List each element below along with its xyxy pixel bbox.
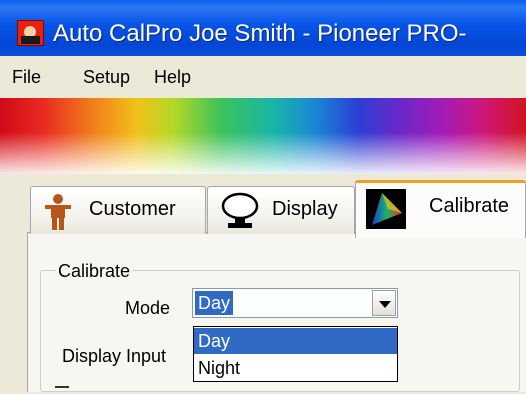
- menu-bar: File Setup Help: [0, 56, 526, 98]
- tab-customer-label: Customer: [89, 198, 176, 220]
- mode-dropdown-list: Day Night: [193, 326, 398, 382]
- mode-select[interactable]: Day: [192, 288, 398, 318]
- mode-option-day[interactable]: Day: [194, 328, 397, 354]
- partial-glyph: [55, 386, 69, 394]
- mode-option-night[interactable]: Night: [194, 355, 397, 381]
- person-icon: [45, 194, 71, 230]
- menu-setup[interactable]: Setup: [83, 67, 130, 88]
- mode-label: Mode: [125, 298, 171, 318]
- calibrate-group-title: Calibrate: [56, 261, 133, 282]
- window-title: Auto CalPro Joe Smith - Pioneer PRO-: [53, 20, 467, 47]
- tab-calibrate-label: Calibrate: [429, 195, 510, 217]
- tab-display-label: Display: [272, 198, 338, 220]
- mode-select-value: Day: [195, 291, 234, 315]
- chevron-down-icon: [379, 301, 391, 308]
- spectrum-banner: [0, 98, 526, 174]
- tab-calibrate[interactable]: Calibrate: [355, 180, 526, 238]
- dropdown-button[interactable]: [372, 290, 396, 316]
- color-gamut-icon: [366, 189, 406, 229]
- tab-customer[interactable]: Customer: [30, 186, 206, 234]
- menu-file[interactable]: File: [12, 67, 41, 88]
- display-icon: [221, 192, 259, 228]
- tab-display[interactable]: Display: [207, 186, 355, 234]
- app-icon[interactable]: [17, 20, 44, 46]
- display-input-label: Display Input: [62, 346, 167, 366]
- title-bar[interactable]: Auto CalPro Joe Smith - Pioneer PRO-: [0, 0, 526, 56]
- menu-help[interactable]: Help: [154, 67, 191, 88]
